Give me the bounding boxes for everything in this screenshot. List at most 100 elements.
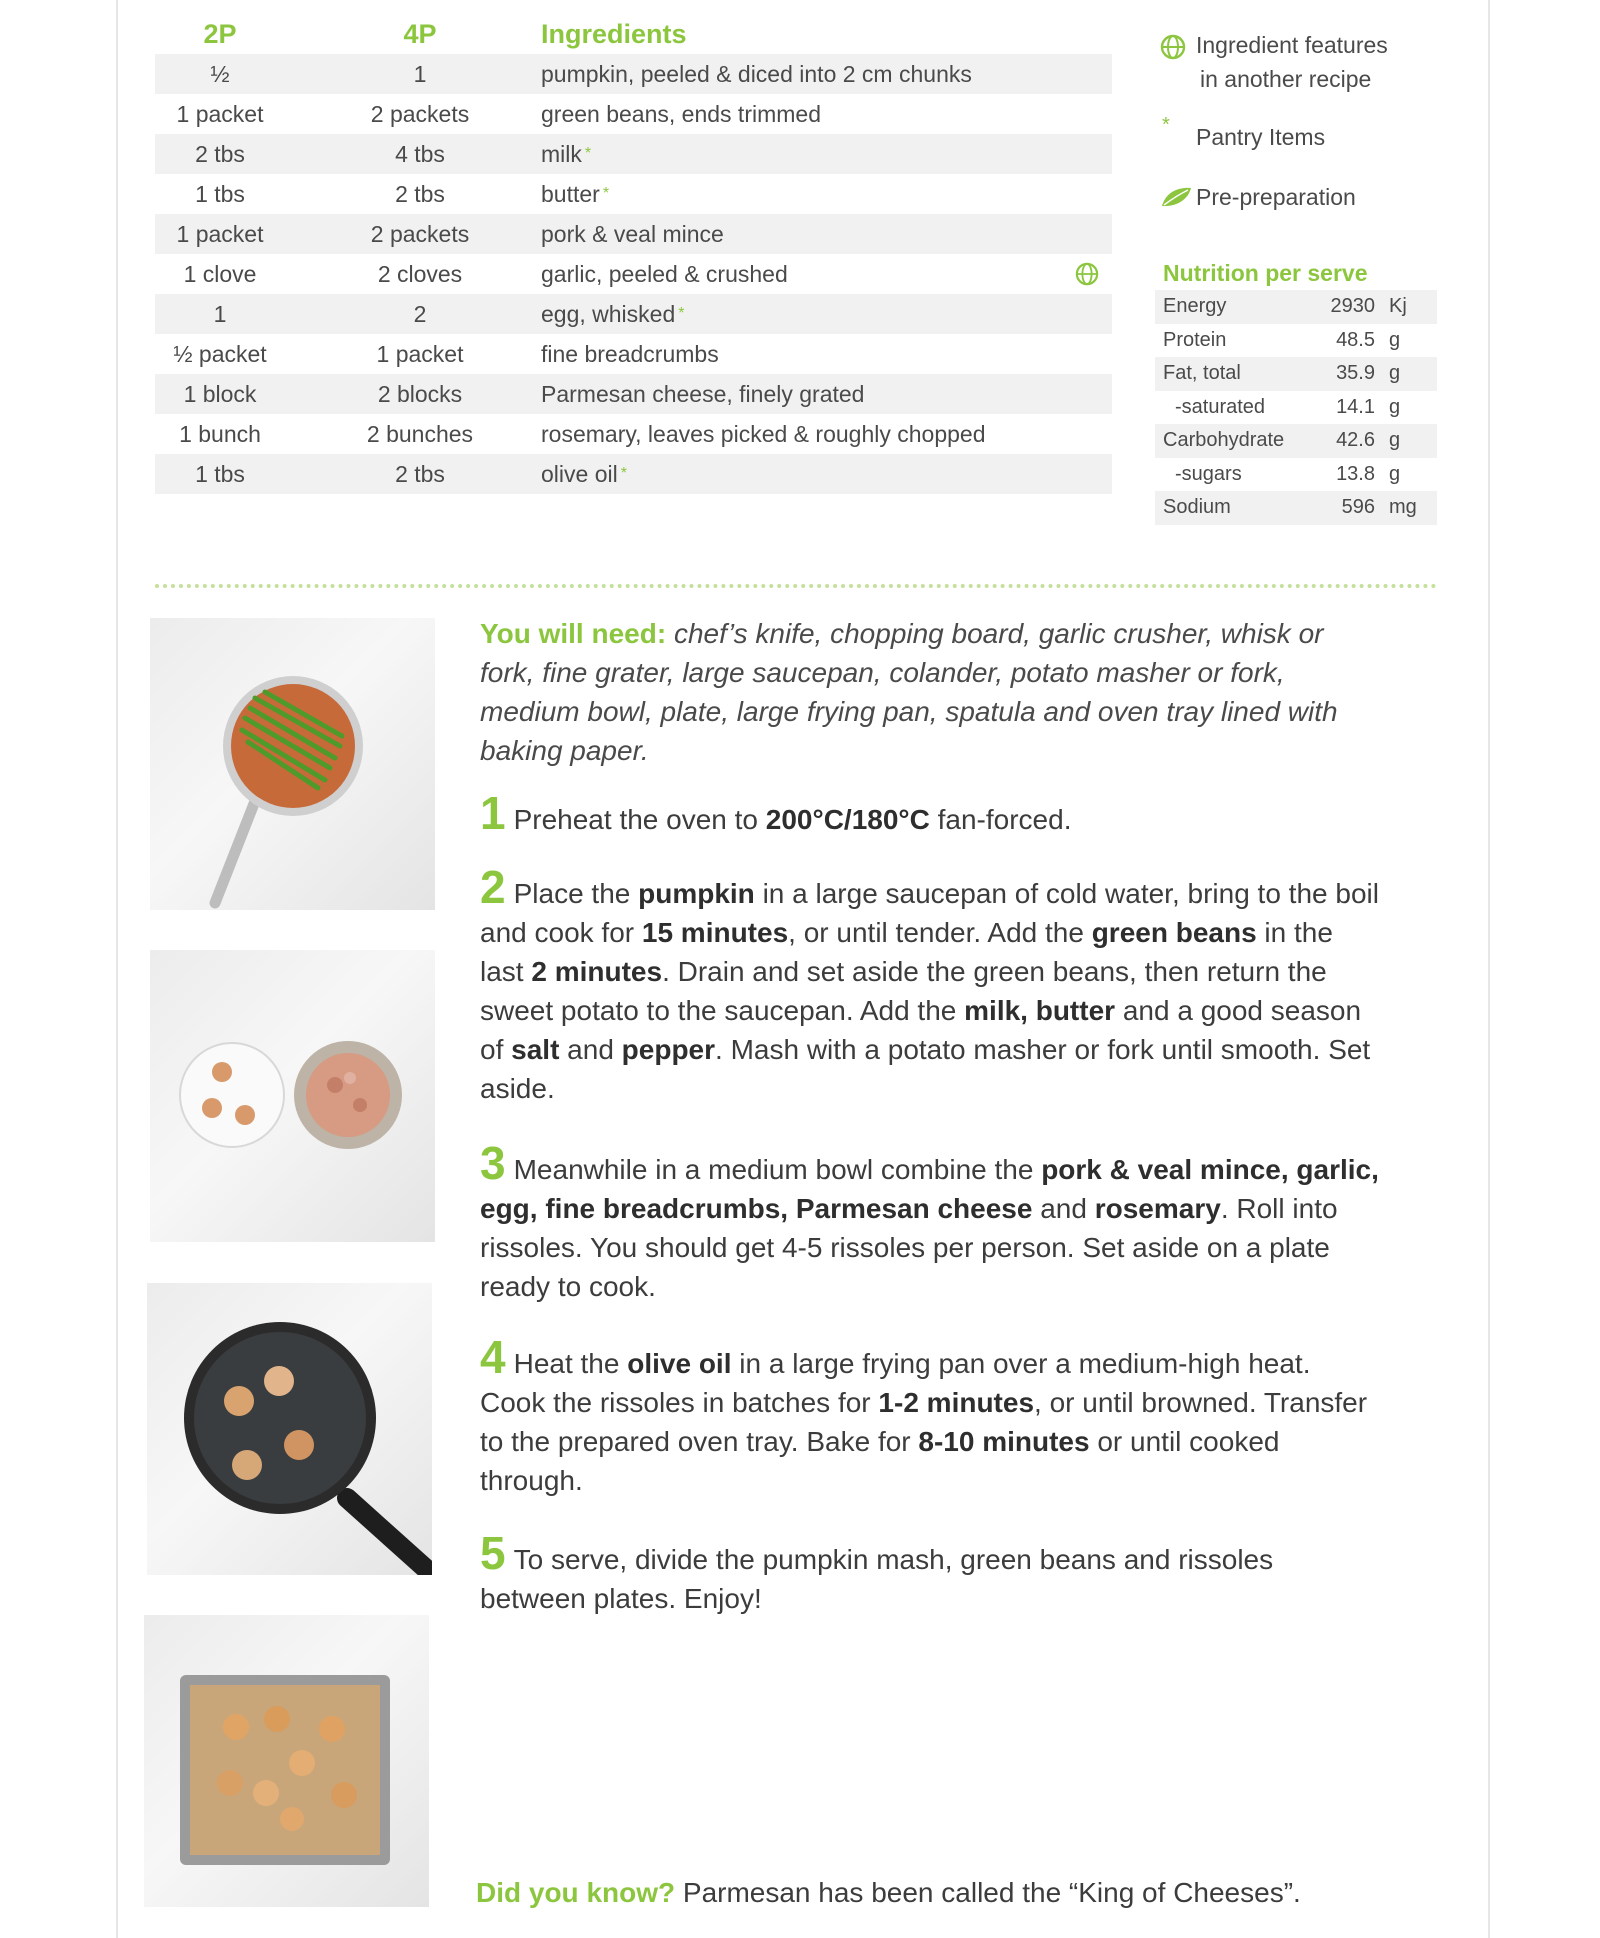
ingredient-qty-4p: 2 tbs (395, 461, 445, 487)
ingredient-qty-2p: ½ packet (173, 341, 267, 367)
ingredient-name-text: olive oil (541, 461, 618, 487)
ingredient-row: ½ 1 pumpkin, peeled & diced into 2 cm chun… (155, 54, 1112, 94)
nutrition-label: Carbohydrate (1163, 429, 1285, 451)
pantry-star-icon: * (678, 305, 685, 322)
pantry-star-icon: * (584, 145, 592, 162)
ingredient-qty-2p: 1 block (183, 381, 257, 407)
method-step-4: 4 Heat the olive oil in a large frying pa… (480, 1334, 1380, 1500)
ingredient-qty-4p: 2 tbs (395, 181, 445, 207)
ingredient-qty-2p: 1 packet (176, 221, 264, 247)
nutrition-unit: Kj (1389, 295, 1407, 317)
nutrition-unit: g (1389, 429, 1401, 451)
nutrition-title: Nutrition per serve (1163, 260, 1368, 286)
ingredient-name-text: butter (541, 181, 600, 207)
ingredient-row: 1 block 2 blocks Parmesan cheese, finely g… (155, 374, 1112, 414)
nutrition-value: 14.1 (1336, 395, 1375, 418)
nutrition-row: Carbohydrate 42.6 g (1155, 424, 1437, 458)
ingredient-name: egg, whisked * (541, 294, 684, 334)
header-ingredients: Ingredients (541, 19, 687, 49)
nutrition-row: Fat, total 35.9 g (1155, 357, 1437, 391)
ingredients-rows: ½ 1 pumpkin, peeled & diced into 2 cm chun… (155, 54, 1112, 494)
ingredient-qty-4p: 2 packets (370, 221, 470, 247)
nutrition-unit: g (1389, 395, 1401, 418)
ingredient-name-text: egg, whisked (541, 301, 676, 327)
step-highlight: 8-10 minutes (918, 1426, 1090, 1457)
ingredient-qty-2p: 2 tbs (195, 141, 245, 167)
nutrition-row: Sodium 596 mg (1155, 491, 1437, 525)
nutrition-unit: g (1389, 362, 1401, 384)
nutrition-label: Fat, total (1163, 362, 1241, 384)
ingredient-name: pork & veal mince (541, 214, 724, 254)
did-you-know-text: Parmesan has been called the “King of Ch… (682, 1877, 1301, 1908)
pantry-star-icon: * (620, 465, 627, 482)
step-highlight: olive oil (627, 1348, 732, 1379)
nutrition-label: -saturated (1175, 395, 1266, 418)
step-highlight: pepper (621, 1034, 716, 1065)
nutrition-value: 596 (1341, 496, 1375, 518)
step-number: 3 (480, 1137, 506, 1189)
ingredient-qty-4p: 2 blocks (377, 381, 463, 407)
ingredient-name-text: pork & veal mince (541, 221, 724, 247)
step-highlight: 2 minutes (531, 956, 663, 987)
ingredient-name: green beans, ends trimmed (541, 94, 821, 134)
step-highlight: 200°C/180°C (765, 804, 930, 835)
did-you-know-label: Did you know? (476, 1877, 676, 1908)
step-text: Place the (513, 878, 639, 909)
step-text: and (559, 1034, 622, 1065)
nutrition-unit: g (1389, 462, 1401, 485)
ingredient-name: olive oil * (541, 454, 627, 494)
ingredient-row: 2 tbs 4 tbs milk * (155, 134, 1112, 174)
nutrition-label: -sugars (1175, 462, 1242, 485)
ingredient-row: 1 packet 2 packets green beans, ends trimm… (155, 94, 1112, 134)
step-text: To serve, divide the pumpkin mash, green… (480, 1544, 1274, 1614)
ingredient-row: 1 clove 2 cloves garlic, peeled & crushed (155, 254, 1112, 294)
ingredient-qty-4p: 2 cloves (377, 261, 463, 287)
ingredient-row: 1 bunch 2 bunches rosemary, leaves picked … (155, 414, 1112, 454)
ingredients-header-row: 2P 4P Ingredients (155, 14, 1112, 54)
section-divider (155, 584, 1437, 588)
nutrition-panel: Nutrition per serve Energy 2930 Kj Protein 4… (1155, 256, 1437, 525)
method-step-3: 3 Meanwhile in a medium bowl combine the … (480, 1140, 1380, 1306)
step-number: 1 (480, 787, 506, 839)
ingredient-row: 1 packet 2 packets pork & veal mince (155, 214, 1112, 254)
ingredient-qty-2p: 1 bunch (179, 421, 261, 447)
ingredients-table: 2P 4P Ingredients ½ 1 pumpkin, peeled & di… (155, 14, 1112, 494)
ingredient-name-text: fine breadcrumbs (541, 341, 719, 367)
ingredient-name: fine breadcrumbs (541, 334, 719, 374)
step-highlight: 15 minutes (641, 917, 789, 948)
globe-icon (1160, 34, 1186, 60)
ingredient-qty-2p: ½ (210, 61, 230, 87)
ingredient-row: 1 tbs 2 tbs butter * (155, 174, 1112, 214)
header-4p: 4P (403, 19, 437, 49)
step-number: 5 (480, 1527, 506, 1579)
nutrition-row: -sugars 13.8 g (1155, 458, 1437, 492)
method-step-1: 1 Preheat the oven to 200°C/180°C fan-for… (480, 790, 1380, 839)
step-3-photo (150, 950, 435, 1242)
step-highlight: pumpkin (638, 878, 755, 909)
ingredient-qty-2p: 1 tbs (195, 461, 245, 487)
ingredient-name-text: rosemary, leaves picked & roughly choppe… (541, 421, 986, 447)
ingredient-qty-4p: 2 (413, 301, 427, 327)
nutrition-row: -saturated 14.1 g (1155, 391, 1437, 425)
ingredient-qty-2p: 1 packet (176, 101, 264, 127)
ingredient-qty-2p: 1 clove (183, 261, 257, 287)
globe-icon (1075, 262, 1099, 286)
ingredient-name: rosemary, leaves picked & roughly choppe… (541, 414, 985, 454)
step-text: Heat the (513, 1348, 628, 1379)
ingredient-name: pumpkin, peeled & diced into 2 cm chunks (541, 54, 972, 94)
ingredient-name-text: milk (541, 141, 582, 167)
ingredient-name: Parmesan cheese, finely grated (541, 374, 864, 414)
step-text: Preheat the oven to (513, 804, 766, 835)
you-will-need: You will need: chef’s knife, chopping bo… (480, 614, 1380, 770)
ingredient-row: 1 tbs 2 tbs olive oil * (155, 454, 1112, 494)
step-text: and (1032, 1193, 1095, 1224)
step-highlight: rosemary (1094, 1193, 1221, 1224)
leaf-icon (1162, 187, 1191, 207)
ingredient-qty-4p: 2 packets (370, 101, 470, 127)
ingredient-qty-2p: 1 tbs (195, 181, 245, 207)
step-number: 2 (480, 861, 506, 913)
legend-prep-text: Pre-preparation (1196, 184, 1356, 210)
ingredient-row: ½ packet 1 packet fine breadcrumbs (155, 334, 1112, 374)
pantry-star-icon: * (602, 185, 610, 202)
ingredient-name: milk * (541, 134, 591, 174)
